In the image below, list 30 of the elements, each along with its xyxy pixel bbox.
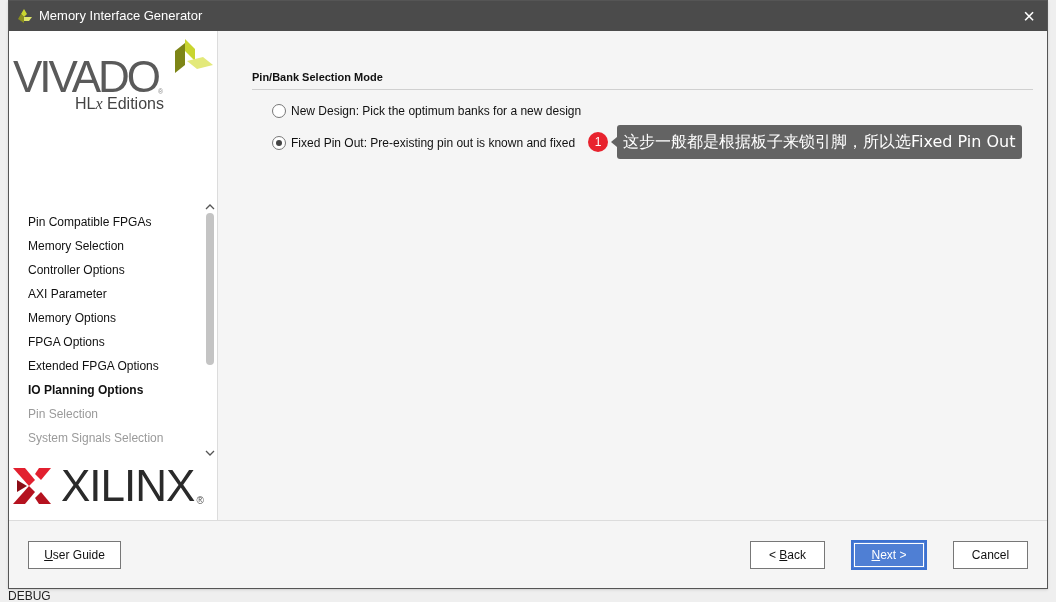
step-number-badge: 1 bbox=[588, 132, 608, 152]
logo-title: VIVADO bbox=[13, 57, 158, 97]
app-icon bbox=[17, 8, 33, 24]
wizard-step[interactable]: FPGA Options bbox=[9, 330, 203, 354]
scroll-down-icon[interactable] bbox=[205, 448, 215, 458]
back-button[interactable]: < Back bbox=[750, 540, 825, 569]
scroll-up-icon[interactable] bbox=[205, 202, 215, 212]
wizard-step[interactable]: IO Planning Options bbox=[9, 378, 203, 402]
logo-chevron-icon bbox=[13, 466, 53, 506]
wizard-step[interactable]: Memory Options bbox=[9, 306, 203, 330]
cancel-button[interactable]: Cancel bbox=[953, 540, 1028, 569]
wizard-step[interactable]: AXI Parameter bbox=[9, 282, 203, 306]
section-title: Pin/Bank Selection Mode bbox=[252, 69, 1033, 90]
vendor-logo-text: XILINX bbox=[61, 464, 195, 508]
registered-mark: ® bbox=[196, 494, 204, 508]
radio-button[interactable] bbox=[272, 135, 286, 150]
next-button[interactable]: Next > bbox=[851, 539, 927, 570]
wizard-step[interactable]: Controller Options bbox=[9, 258, 203, 282]
wizard-step[interactable]: Memory Selection bbox=[9, 234, 203, 258]
user-guide-button[interactable]: User Guide bbox=[28, 540, 121, 569]
background-label: DEBUG bbox=[8, 590, 51, 602]
wizard-step[interactable]: Extended FPGA Options bbox=[9, 354, 203, 378]
logo-subtitle: HLx Editions bbox=[75, 95, 164, 113]
scrollbar-thumb[interactable] bbox=[206, 213, 214, 365]
close-button[interactable]: × bbox=[1019, 6, 1039, 26]
radio-button[interactable] bbox=[272, 103, 286, 118]
wizard-step[interactable]: Pin Compatible FPGAs bbox=[9, 210, 203, 234]
window-title: Memory Interface Generator bbox=[39, 7, 203, 26]
annotation-callout: 这步一般都是根据板子来锁引脚，所以选Fixed Pin Out bbox=[617, 125, 1022, 159]
radio-option[interactable]: New Design: Pick the optimum banks for a new design bbox=[272, 101, 1033, 120]
